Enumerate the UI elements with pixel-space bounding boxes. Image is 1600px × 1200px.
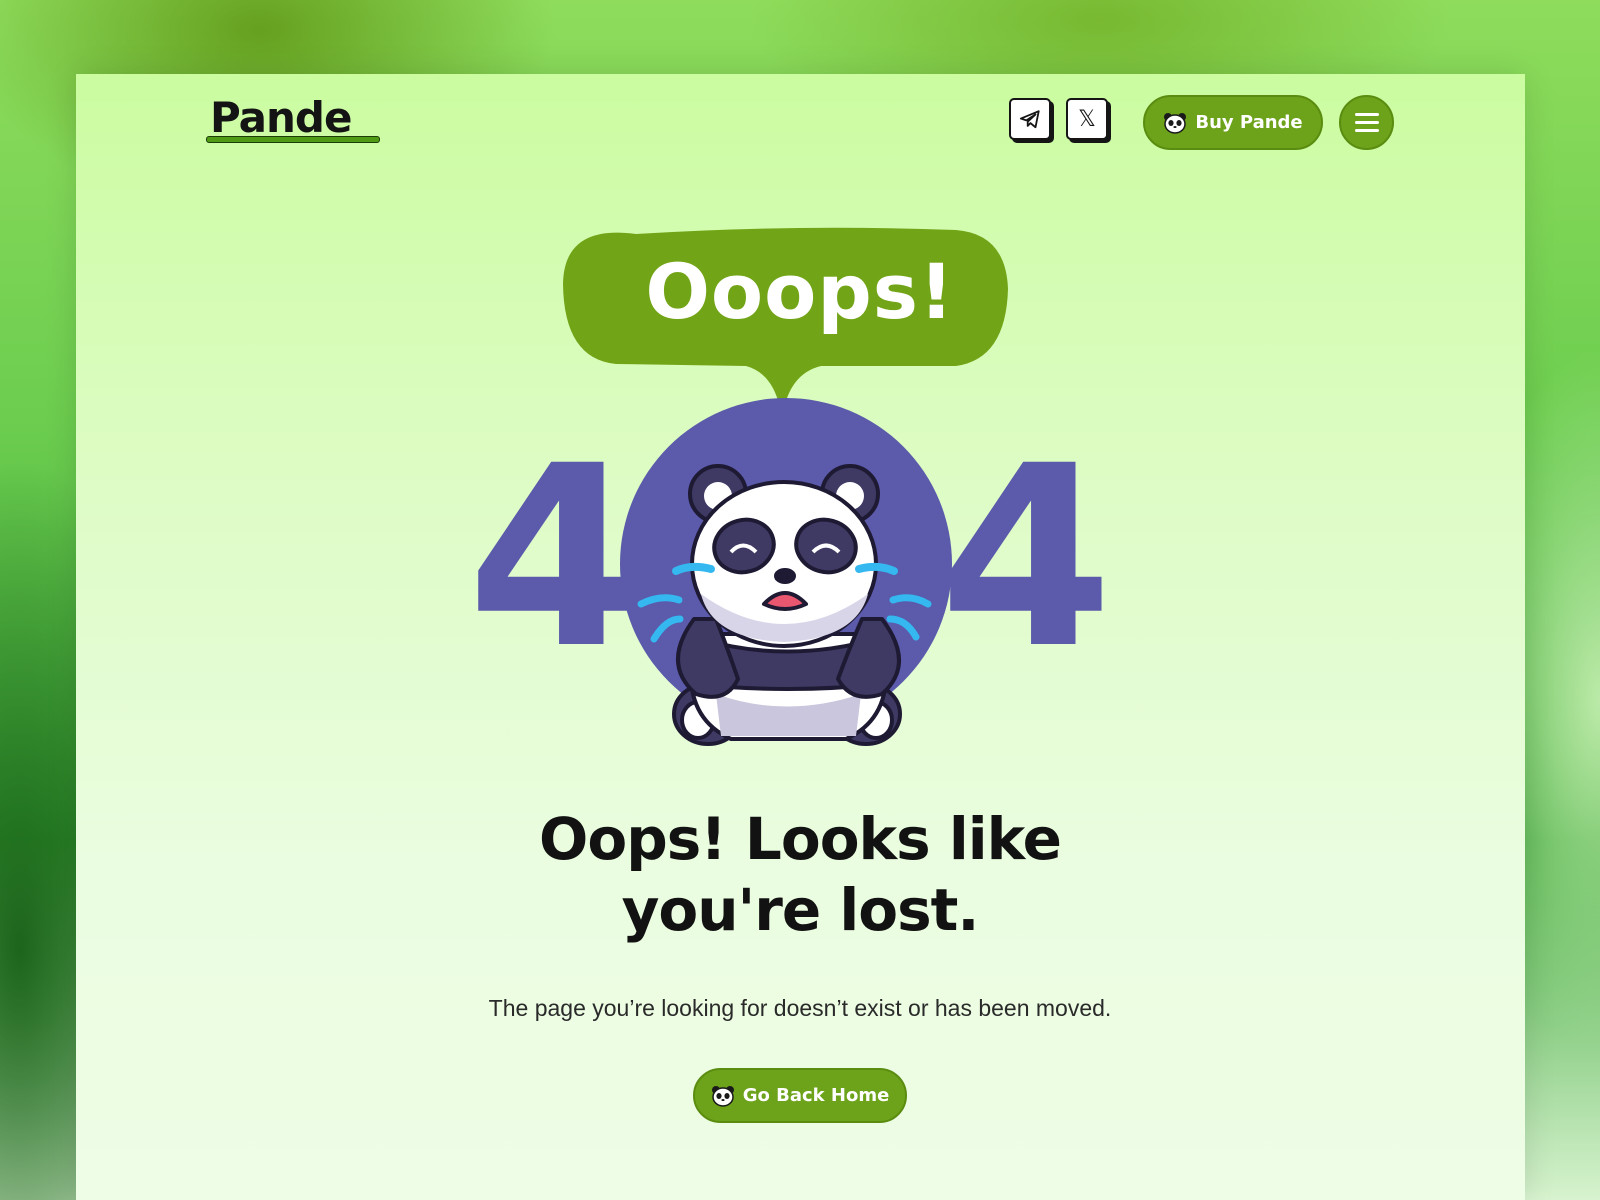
- headline-line-2: you're lost.: [621, 876, 980, 944]
- go-back-home-button[interactable]: Go Back Home: [693, 1068, 907, 1123]
- svg-text:4: 4: [939, 412, 1113, 703]
- go-back-home-label: Go Back Home: [742, 1085, 890, 1106]
- digit-four-right: 4: [939, 412, 1113, 703]
- headline-line-1: Oops! Looks like: [539, 805, 1062, 873]
- digit-four-left: 4: [467, 412, 641, 703]
- svg-text:4: 4: [467, 412, 641, 703]
- page-card: Pande 𝕏 Buy Pande 4 4 Ooops! Oops! Looks…: [76, 74, 1525, 1200]
- bubble-text: Ooops!: [645, 247, 955, 336]
- subtitle: The page you’re looking for doesn’t exis…: [488, 995, 1112, 1021]
- page-title: Oops! Looks like you're lost.: [400, 804, 1200, 946]
- panda-icon: [711, 1085, 734, 1107]
- error-illustration: 4 4: [467, 227, 1113, 746]
